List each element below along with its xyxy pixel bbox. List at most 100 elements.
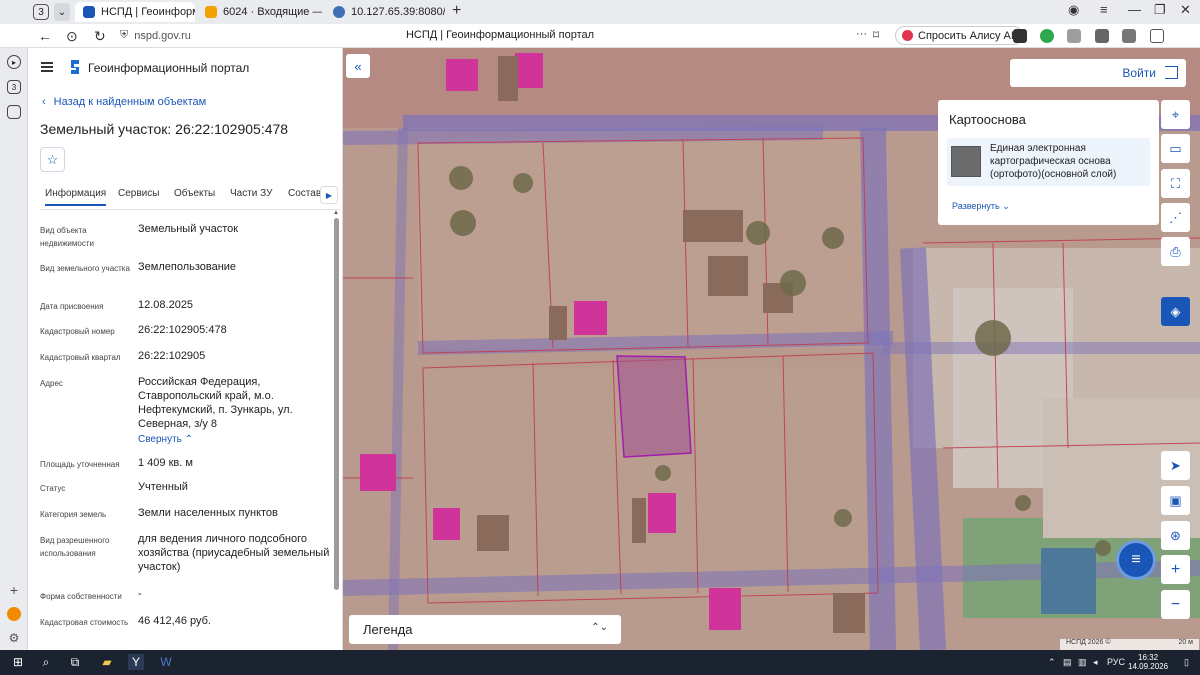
login-button[interactable]: Войти xyxy=(1010,59,1186,87)
tray-chevron-icon[interactable]: ⌃ xyxy=(1048,657,1056,668)
basemap-title: Картооснова xyxy=(949,112,1026,127)
portal-logo-icon xyxy=(71,60,79,74)
volume-icon[interactable]: ◂ xyxy=(1093,657,1098,668)
scale-label: 20 м xyxy=(1178,639,1193,646)
play-icon[interactable]: ▸ xyxy=(7,55,21,69)
object-info-panel: Геоинформационный портал ‹ Назад к найде… xyxy=(28,48,343,650)
chevron-updown-icon: ⌃⌄ xyxy=(591,622,608,633)
tab-composition[interactable]: Состав xyxy=(288,188,321,199)
eias-favicon-icon xyxy=(333,6,345,18)
tab-bar: 3 ⌄ НСПД | Геоинформацио ✕ 6024 · Входящ… xyxy=(0,0,1200,24)
info-tabs: Информация Сервисы Объекты Части ЗУ Сост… xyxy=(40,186,340,210)
tab-parts[interactable]: Части ЗУ xyxy=(230,188,272,199)
url-field[interactable]: ⛨ nspd.gov.ru xyxy=(120,29,191,42)
yandex-browser-icon[interactable]: Y xyxy=(128,654,144,670)
more-button[interactable]: ··· xyxy=(856,28,867,40)
basemap-layer-item[interactable]: Единая электронная картографическая осно… xyxy=(947,138,1150,186)
tab-objects[interactable]: Объекты xyxy=(174,188,215,199)
add-icon[interactable]: + xyxy=(7,582,21,598)
settings-icon[interactable]: ⚙ xyxy=(7,631,21,645)
close-window-icon[interactable]: ✕ xyxy=(1180,2,1191,18)
favorite-star-button[interactable]: ☆ xyxy=(40,147,65,172)
address-bar: ← ⊙ ↻ ⛨ nspd.gov.ru НСПД | Геоинформацио… xyxy=(0,24,1200,48)
tray-icon[interactable]: ▤ xyxy=(1063,657,1072,668)
collapse-address-link[interactable]: Свернуть ⌃ xyxy=(138,433,333,447)
menu-icon[interactable] xyxy=(41,62,53,72)
word-icon[interactable]: W xyxy=(158,654,174,670)
reader-icon[interactable] xyxy=(1150,29,1164,43)
task-view-icon[interactable]: ⧉ xyxy=(67,654,83,670)
alice-icon[interactable] xyxy=(7,607,21,621)
nspd-favicon-icon xyxy=(83,6,95,18)
chevron-down-icon: ⌄ xyxy=(1002,201,1010,211)
chevron-up-icon: ⌃ xyxy=(184,434,194,445)
extension-icon[interactable] xyxy=(1013,29,1027,43)
basemap-panel: Картооснова Единая электронная картограф… xyxy=(938,100,1159,225)
basemap-thumbnail xyxy=(951,146,981,177)
portal-name: Геоинформационный портал xyxy=(88,61,250,75)
chevron-left-icon: ‹ xyxy=(42,96,46,108)
login-icon xyxy=(1165,66,1178,79)
shield-icon[interactable] xyxy=(1040,29,1054,43)
windows-start-icon[interactable]: ⊞ xyxy=(10,654,26,670)
lock-icon: ⛨ xyxy=(120,29,129,41)
tabs-scroll-right-icon[interactable]: ▶ xyxy=(320,186,338,204)
search-icon[interactable]: ⌕ xyxy=(38,654,54,670)
windows-taskbar: ⊞ ⌕ ⧉ ▰ Y W ⌃ ▤ ▥ ◂ РУС 16:32 14.09.2026… xyxy=(0,650,1200,675)
search-area-icon[interactable]: ⛶ xyxy=(1161,169,1190,198)
file-explorer-icon[interactable]: ▰ xyxy=(99,654,115,670)
expand-basemap-link[interactable]: Развернуть ⌄ xyxy=(952,201,1010,212)
tab-eias[interactable]: 10.127.65.39:8080/eias3/ xyxy=(325,2,445,22)
layers-icon[interactable]: ▣ xyxy=(1161,486,1190,515)
browser-sidebar: ▸ 3 + ⚙ xyxy=(0,0,28,650)
clock[interactable]: 16:32 14.09.2026 xyxy=(1128,653,1168,671)
downloads-icon[interactable] xyxy=(1178,29,1192,43)
new-tab-button[interactable]: + xyxy=(452,2,461,20)
menu-icon[interactable]: ≡ xyxy=(1100,2,1108,17)
compass-icon[interactable]: ⊛ xyxy=(1161,521,1190,550)
address-value: Российская Федерация, Ставропольский кра… xyxy=(138,376,293,430)
reload-icon[interactable]: ↻ xyxy=(94,28,106,45)
tab-counter-icon[interactable]: 3 xyxy=(7,80,21,94)
alice-icon xyxy=(902,30,913,41)
object-title: Земельный участок: 26:22:102905:478 xyxy=(40,121,289,137)
extension-icon[interactable] xyxy=(1067,29,1081,43)
legend-select[interactable]: Легенда ⌃⌄ xyxy=(349,615,621,644)
basemap-layer-name: Единая электронная картографическая осно… xyxy=(990,143,1117,180)
mail-favicon-icon xyxy=(205,6,217,18)
panel-scrollbar[interactable] xyxy=(334,218,339,590)
select-icon[interactable]: ⌖ xyxy=(1161,100,1190,129)
share-icon[interactable]: ⋰ xyxy=(1161,203,1190,232)
bookmark-icon[interactable]: ⌑ xyxy=(873,28,879,42)
ruler-icon[interactable]: ▭ xyxy=(1161,134,1190,163)
chat-icon[interactable]: ≡ xyxy=(1116,540,1156,580)
print-icon[interactable]: ⎙ xyxy=(1161,237,1190,266)
zoom-out-icon[interactable]: − xyxy=(1161,590,1190,619)
back-arrow-icon[interactable]: ← xyxy=(38,28,52,44)
ask-alice-button[interactable]: Спросить Алису AI xyxy=(895,26,1023,45)
tab-counter[interactable]: 3 xyxy=(33,4,49,20)
apps-icon[interactable] xyxy=(7,105,21,119)
profile-icon[interactable]: ◉ xyxy=(1068,2,1079,18)
home-icon[interactable]: ⊙ xyxy=(66,28,78,45)
maximize-icon[interactable]: ❐ xyxy=(1154,2,1166,18)
keyboard-language[interactable]: РУС xyxy=(1107,657,1125,667)
assistant-icon[interactable]: ◈ xyxy=(1161,297,1190,326)
tab-mail[interactable]: 6024 · Входящие — Яндекс xyxy=(197,2,322,22)
notifications-icon[interactable]: ▯ xyxy=(1184,657,1189,668)
tab-services[interactable]: Сервисы xyxy=(118,188,159,199)
tab-nspd[interactable]: НСПД | Геоинформацио ✕ xyxy=(75,2,195,22)
locate-icon[interactable]: ➤ xyxy=(1161,451,1190,480)
scroll-up-icon[interactable]: ▲ xyxy=(333,210,339,216)
minimize-icon[interactable]: — xyxy=(1128,2,1141,17)
zoom-in-icon[interactable]: + xyxy=(1161,555,1190,584)
extension-icon[interactable] xyxy=(1095,29,1109,43)
collapse-panel-button[interactable]: « xyxy=(346,54,370,78)
map-view[interactable]: « Войти Картооснова Единая электронная к… xyxy=(343,48,1200,650)
tray-icon[interactable]: ▥ xyxy=(1078,657,1087,668)
puzzle-icon[interactable] xyxy=(1122,29,1136,43)
back-to-results-link[interactable]: ‹ Назад к найденным объектам xyxy=(42,96,206,108)
tab-information[interactable]: Информация xyxy=(45,188,107,206)
tab-list-chevron-down-icon[interactable]: ⌄ xyxy=(54,3,70,21)
map-attribution: НСПД 2026 © 20 м xyxy=(1060,639,1199,650)
